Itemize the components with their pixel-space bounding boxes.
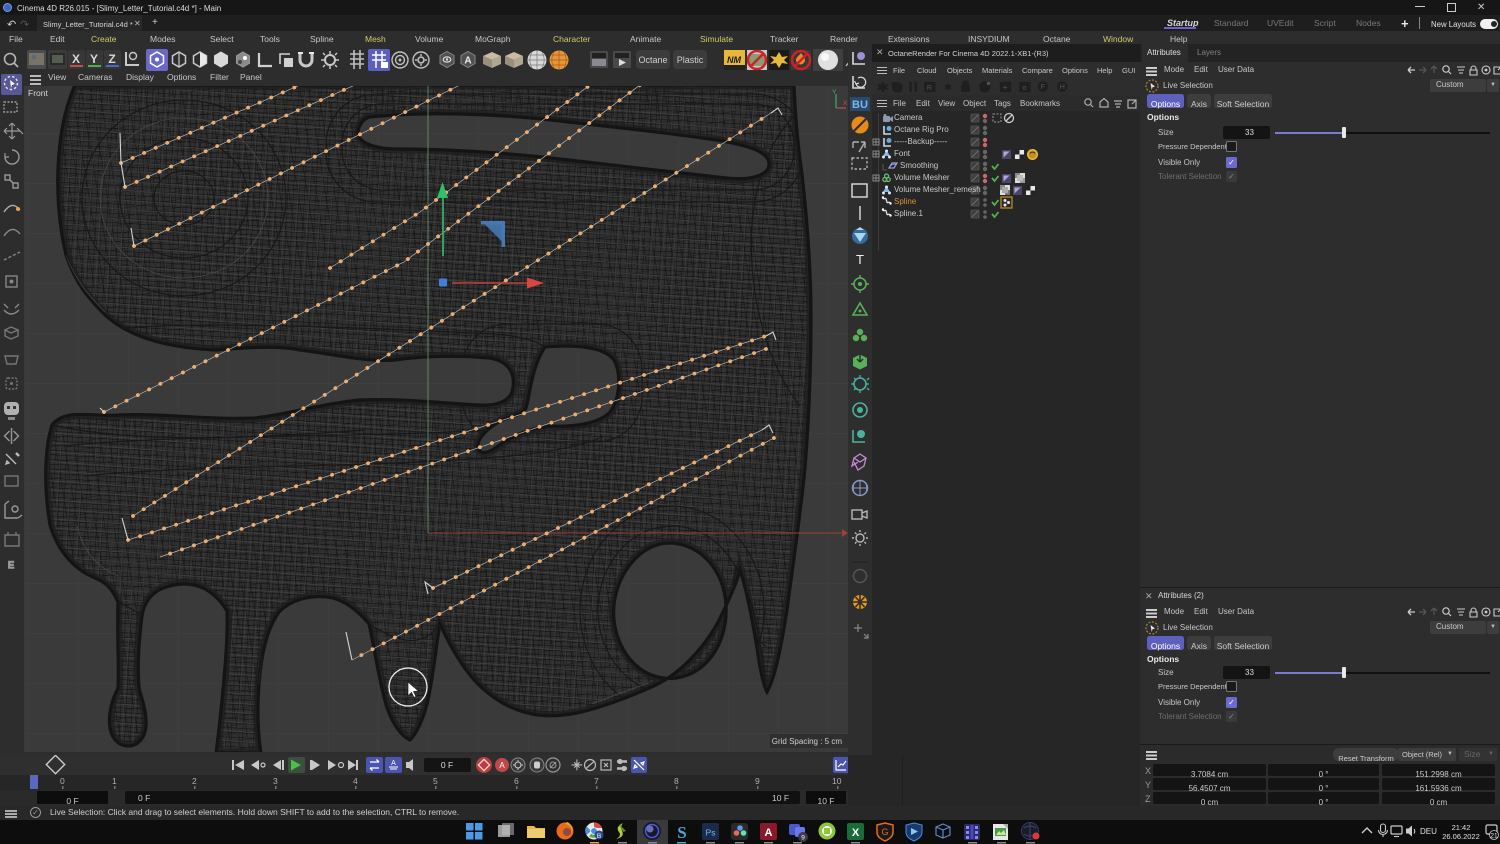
svg-text:X: X [852,827,860,839]
svg-text:9: 9 [801,835,805,842]
svg-text:Y: Y [832,89,837,96]
svg-text:0: 0 [60,776,65,786]
svg-text:T: T [856,252,864,267]
svg-text:o: o [1023,85,1027,92]
svg-text:5: 5 [433,776,438,786]
svg-text:A: A [499,761,505,770]
svg-text:Ps: Ps [706,828,716,838]
svg-text:A: A [464,56,471,67]
svg-text:B: B [597,833,601,840]
svg-text:8: 8 [674,776,679,786]
svg-text:1: 1 [112,776,117,786]
svg-text:3: 3 [273,776,278,786]
svg-text:S: S [677,823,686,842]
svg-text:4: 4 [353,776,358,786]
svg-text:Octane: Octane [638,55,667,65]
svg-text:6: 6 [514,776,519,786]
svg-text:Front: Front [28,88,48,98]
svg-text:7: 7 [594,776,599,786]
svg-text:+: + [1003,83,1008,92]
svg-text:G: G [881,827,888,837]
svg-text:Grid Spacing : 5 cm: Grid Spacing : 5 cm [772,737,843,746]
svg-text:A: A [391,760,396,767]
svg-text:Plastic: Plastic [677,55,704,65]
svg-text:A: A [765,827,773,839]
svg-text:26.06.2022: 26.06.2022 [1442,832,1480,841]
svg-text:21:42: 21:42 [1452,823,1471,832]
svg-text:X: X [72,52,80,66]
svg-text:9: 9 [755,776,760,786]
svg-text:0 F: 0 F [441,760,453,770]
svg-text:Y: Y [90,52,98,66]
svg-text:Z: Z [108,52,115,66]
svg-text:10: 10 [832,776,842,786]
svg-text:E: E [8,560,14,570]
svg-text:BU: BU [852,99,868,111]
svg-text:F: F [1041,84,1046,91]
svg-text:2: 2 [192,776,197,786]
svg-text:NM: NM [727,55,741,65]
svg-text:DEU: DEU [1420,827,1437,836]
svg-text:H: H [1060,84,1065,91]
svg-text:R: R [927,85,932,92]
